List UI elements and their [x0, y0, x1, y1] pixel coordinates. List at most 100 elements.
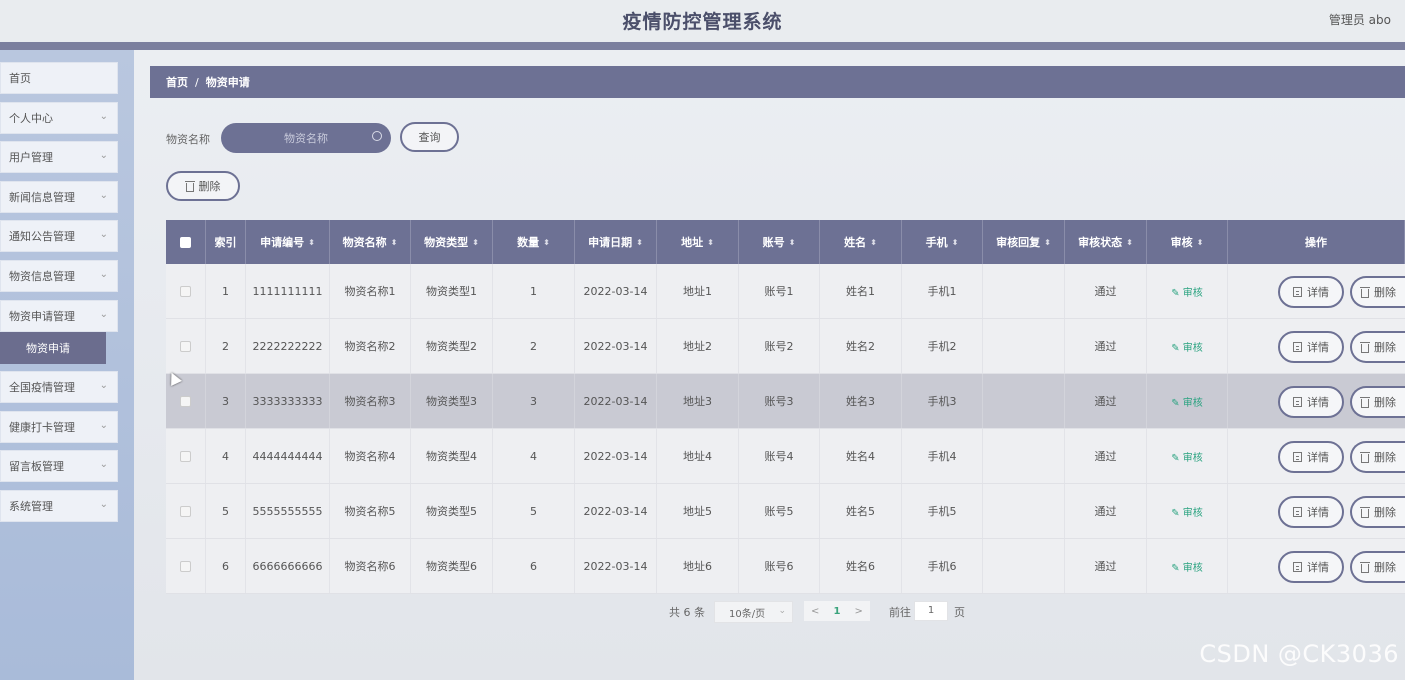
audit-link[interactable]: ✎ 审核 — [1171, 504, 1203, 519]
user-label[interactable]: 管理员 abo — [1329, 11, 1391, 28]
row-checkbox[interactable] — [180, 560, 191, 572]
table-row[interactable]: 2 2222222222 物资名称2 物资类型2 2 2022-03-14 地址2 账号2 姓名… — [166, 319, 1405, 374]
prev-page-button[interactable]: < — [811, 606, 819, 617]
next-page-button[interactable]: > — [855, 606, 863, 617]
delete-button[interactable]: 删除 — [1350, 276, 1405, 308]
row-checkbox[interactable] — [180, 450, 191, 462]
table-row[interactable]: 1 1111111111 物资名称1 物资类型1 1 2022-03-14 地址1 账号1 姓名… — [166, 264, 1405, 319]
trash-icon — [1360, 286, 1370, 298]
sidebar-item[interactable]: 物资申请管理 ⌄ — [0, 300, 118, 332]
column-header[interactable]: 数量 ⬍ — [493, 220, 575, 264]
search-button[interactable]: 查询 — [400, 122, 459, 152]
table-cell: 姓名1 — [820, 264, 902, 318]
table-cell: 2022-03-14 — [575, 264, 657, 318]
detail-button[interactable]: 详情 — [1278, 551, 1344, 583]
audit-link[interactable]: ✎ 审核 — [1171, 339, 1203, 354]
row-checkbox[interactable] — [180, 340, 191, 352]
top-strip — [0, 42, 1405, 50]
column-header[interactable]: 地址 ⬍ — [657, 220, 739, 264]
audit-link[interactable]: ✎ 审核 — [1171, 449, 1203, 464]
row-checkbox[interactable] — [180, 505, 191, 517]
edit-icon: ✎ — [1171, 287, 1183, 299]
edit-icon: ✎ — [1171, 452, 1183, 464]
delete-button-label: 删除 — [1374, 451, 1396, 464]
sidebar-item[interactable]: 留言板管理 ⌄ — [0, 450, 118, 482]
sidebar-item[interactable]: 健康打卡管理 ⌄ — [0, 411, 118, 443]
actions-cell: 详情 删除 — [1228, 539, 1405, 593]
table-cell — [983, 264, 1065, 318]
delete-button[interactable]: 删除 — [1350, 496, 1405, 528]
trash-icon — [1360, 341, 1370, 353]
audit-link[interactable]: ✎ 审核 — [1171, 284, 1203, 299]
table-cell: 物资名称1 — [330, 264, 411, 318]
breadcrumb-home[interactable]: 首页 — [166, 74, 188, 90]
chevron-down-icon: ⌄ — [99, 150, 108, 161]
column-header-label: 物资名称 — [342, 236, 387, 249]
detail-button[interactable]: 详情 — [1278, 496, 1344, 528]
table-cell: 1 — [493, 264, 575, 318]
column-header[interactable]: 姓名 ⬍ — [820, 220, 902, 264]
column-header[interactable]: 账号 ⬍ — [739, 220, 820, 264]
row-checkbox-cell — [166, 319, 206, 373]
document-icon — [1293, 507, 1302, 517]
delete-button[interactable]: 删除 — [1350, 551, 1405, 583]
table-row[interactable]: 6 6666666666 物资名称6 物资类型6 6 2022-03-14 地址6 账号6 姓名… — [166, 539, 1405, 594]
page-size-value: 10条/页 — [729, 608, 766, 620]
search-button-label: 查询 — [418, 131, 441, 144]
sidebar-item[interactable]: 全国疫情管理 ⌄ — [0, 371, 118, 403]
audit-link[interactable]: ✎ 审核 — [1171, 559, 1203, 574]
column-header[interactable]: 申请日期 ⬍ — [575, 220, 657, 264]
sort-icon: ⬍ — [707, 237, 714, 247]
row-checkbox-cell — [166, 429, 206, 483]
table-cell: 3 — [206, 374, 246, 428]
table-row[interactable]: 4 4444444444 物资名称4 物资类型4 4 2022-03-14 地址4 账号4 姓名… — [166, 429, 1405, 484]
table-row[interactable]: 5 5555555555 物资名称5 物资类型5 5 2022-03-14 地址5 账号5 姓名… — [166, 484, 1405, 539]
select-all-checkbox[interactable] — [180, 236, 191, 248]
delete-button-label: 删除 — [1374, 561, 1396, 574]
row-checkbox[interactable] — [180, 285, 191, 297]
table-cell: 2022-03-14 — [575, 319, 657, 373]
sidebar-item[interactable]: 首页 — [0, 62, 118, 94]
detail-button[interactable]: 详情 — [1278, 331, 1344, 363]
table-row[interactable]: 3 3333333333 物资名称3 物资类型3 3 2022-03-14 地址3 账号3 姓名… — [166, 374, 1405, 429]
table-cell: 6666666666 — [246, 539, 330, 593]
sidebar-item[interactable]: 新闻信息管理 ⌄ — [0, 181, 118, 213]
detail-button[interactable]: 详情 — [1278, 441, 1344, 473]
column-header[interactable]: 物资名称 ⬍ — [330, 220, 411, 264]
delete-button[interactable]: 删除 — [1350, 441, 1405, 473]
table-cell: 通过 — [1065, 429, 1147, 483]
table-cell — [983, 319, 1065, 373]
table-cell: 地址5 — [657, 484, 739, 538]
column-header[interactable]: 手机 ⬍ — [902, 220, 983, 264]
trash-icon — [1360, 506, 1370, 518]
delete-button[interactable]: 删除 — [1350, 386, 1405, 418]
actions-cell: 详情 删除 — [1228, 429, 1405, 483]
row-checkbox[interactable] — [180, 395, 191, 407]
page-size-select[interactable]: 10条/页 ⌄ — [714, 601, 793, 623]
document-icon — [1293, 397, 1302, 407]
sidebar-item[interactable]: 个人中心 ⌄ — [0, 102, 118, 134]
column-header[interactable]: 审核状态 ⬍ — [1065, 220, 1147, 264]
sidebar-subitem-active[interactable]: 物资申请 — [0, 332, 106, 364]
sidebar-item[interactable]: 用户管理 ⌄ — [0, 141, 118, 173]
sidebar-item[interactable]: 系统管理 ⌄ — [0, 490, 118, 522]
table-cell — [983, 539, 1065, 593]
search-input[interactable]: 物资名称 — [221, 123, 391, 153]
audit-link[interactable]: ✎ 审核 — [1171, 394, 1203, 409]
detail-button[interactable]: 详情 — [1278, 386, 1344, 418]
detail-button[interactable]: 详情 — [1278, 276, 1344, 308]
bulk-delete-button[interactable]: 删除 — [166, 171, 240, 201]
column-header[interactable]: 审核回复 ⬍ — [983, 220, 1065, 264]
column-header[interactable]: 物资类型 ⬍ — [411, 220, 493, 264]
table-cell: 手机2 — [902, 319, 983, 373]
sidebar-item[interactable]: 物资信息管理 ⌄ — [0, 260, 118, 292]
goto-page-input[interactable]: 1 — [914, 601, 948, 621]
delete-button-label: 删除 — [1374, 396, 1396, 409]
current-page[interactable]: 1 — [834, 606, 841, 617]
delete-button[interactable]: 删除 — [1350, 331, 1405, 363]
column-header[interactable]: 审核 ⬍ — [1147, 220, 1228, 264]
table-cell: 物资类型1 — [411, 264, 493, 318]
column-header[interactable]: 申请编号 ⬍ — [246, 220, 330, 264]
audit-link-label: 审核 — [1182, 397, 1203, 409]
sidebar-item[interactable]: 通知公告管理 ⌄ — [0, 220, 118, 252]
